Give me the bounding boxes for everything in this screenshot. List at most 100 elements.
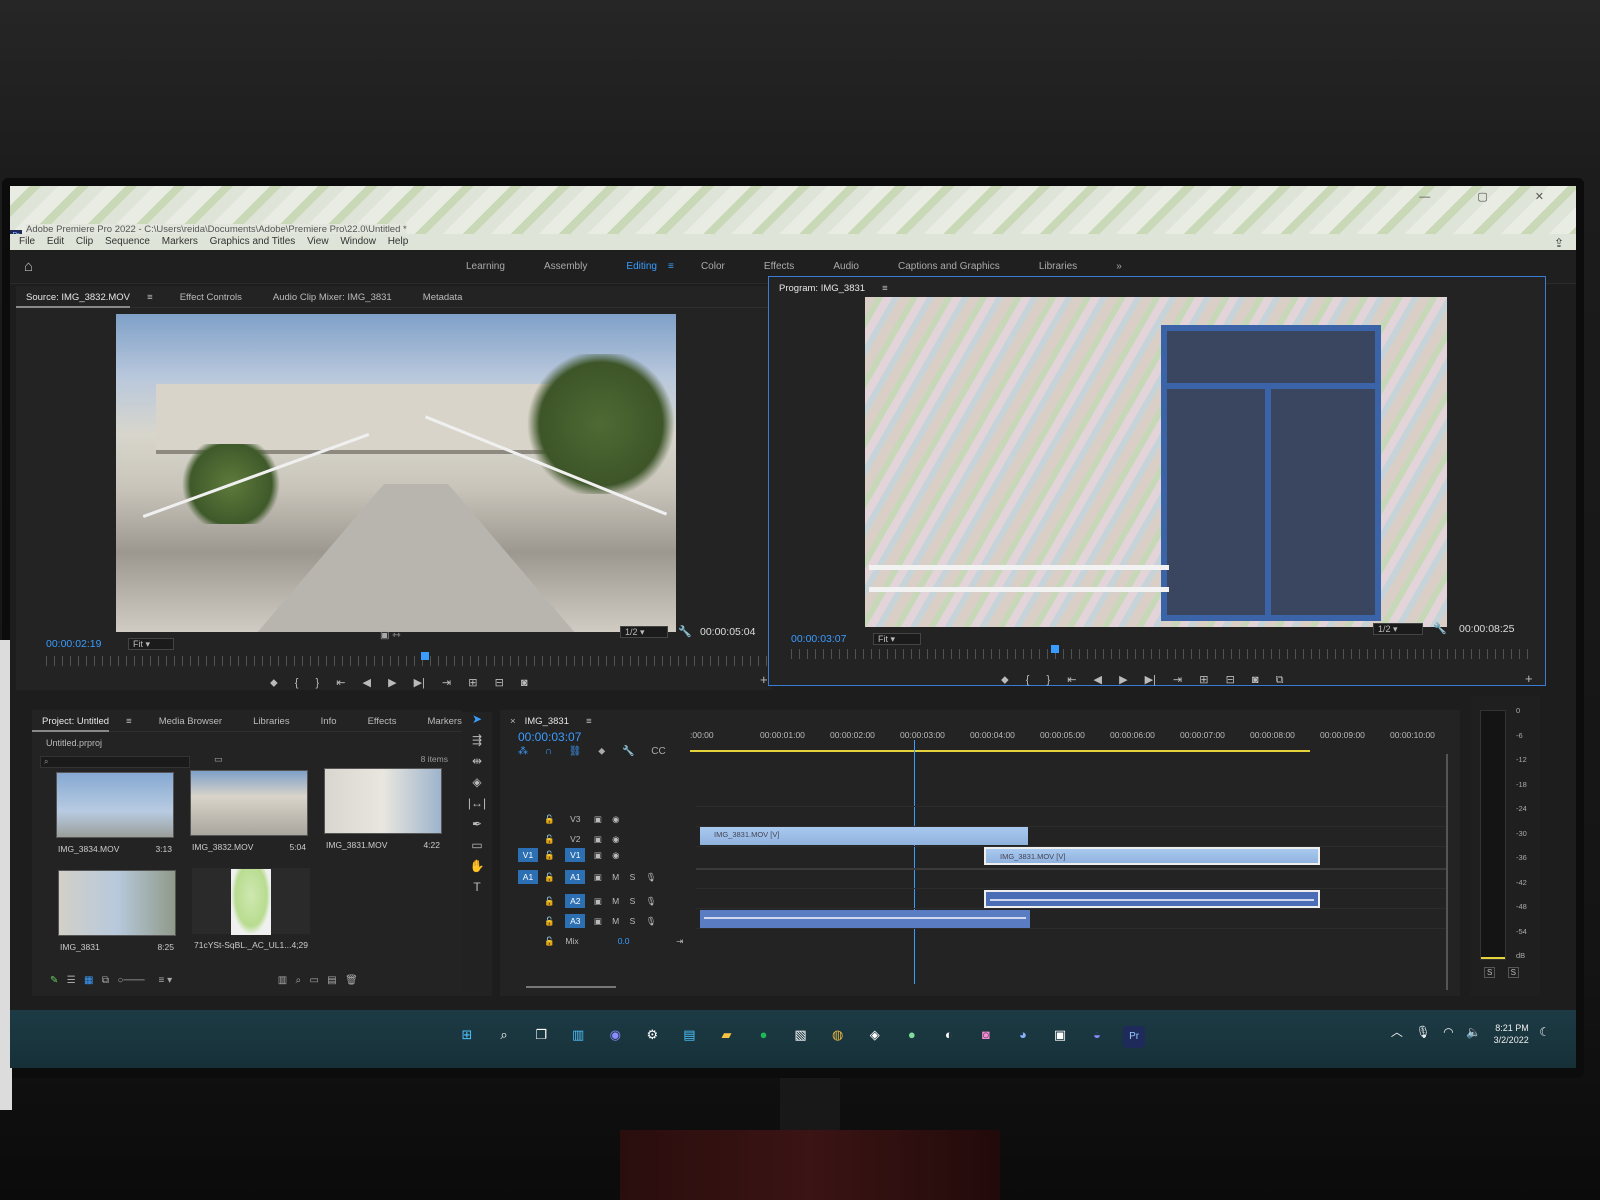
windows-start-icon[interactable]: ⊞ <box>456 1024 478 1046</box>
razor-tool-icon[interactable]: ◈ <box>462 775 492 796</box>
premiere-pro-taskbar-icon[interactable]: Pr <box>1123 1026 1146 1048</box>
timeline-current-timecode[interactable]: 00:00:03:07 <box>518 730 581 744</box>
ws-overflow-icon[interactable]: » <box>1116 261 1122 272</box>
prg-go-to-out-icon[interactable]: ⇥ <box>1173 673 1182 686</box>
type-tool-icon[interactable]: T <box>462 880 492 901</box>
microphone-icon[interactable]: 🎙 <box>1415 1025 1430 1039</box>
ws-tab-learning[interactable]: Learning <box>466 261 505 272</box>
program-settings-icon[interactable]: 🔧 <box>1433 622 1447 635</box>
zoom-slider[interactable]: ○─── <box>117 975 144 986</box>
tab-effects[interactable]: Effects <box>358 710 397 727</box>
step-back-icon[interactable]: ◀ <box>363 676 371 689</box>
sort-icon[interactable]: ≡ ▾ <box>159 975 173 986</box>
program-add-button-icon[interactable]: + <box>1525 671 1533 686</box>
lock-icon[interactable]: 🔓 <box>544 896 555 907</box>
lock-icon[interactable]: 🔓 <box>544 936 555 947</box>
tab-markers[interactable]: Markers <box>418 710 462 727</box>
timeline-playhead[interactable] <box>914 740 915 984</box>
new-bin-icon[interactable]: ▭ <box>214 754 223 765</box>
step-forward-icon[interactable]: ▶| <box>414 676 425 689</box>
program-fit-select[interactable]: Fit ▾ <box>873 633 921 645</box>
insert-icon[interactable]: ⊞ <box>468 676 477 689</box>
menu-graphics[interactable]: Graphics and Titles <box>210 234 296 250</box>
play-icon[interactable]: ▶ <box>388 676 396 689</box>
prg-mark-out-icon[interactable]: } <box>1047 674 1051 686</box>
go-to-in-icon[interactable]: ⇤ <box>336 676 345 689</box>
app-icon[interactable]: ◈ <box>864 1024 886 1046</box>
tab-libraries[interactable]: Libraries <box>243 710 289 727</box>
solo-button[interactable]: S <box>630 916 636 926</box>
automate-icon[interactable]: ▥ <box>278 975 287 986</box>
ws-tab-editing[interactable]: Editing <box>626 261 657 272</box>
source-patch-v1[interactable]: V1 <box>518 848 538 862</box>
source-drag-video-icon[interactable]: ▣ ⇿ <box>380 630 401 641</box>
ws-tab-color[interactable]: Color <box>701 261 725 272</box>
program-menu-icon[interactable]: ≡ <box>872 277 888 294</box>
video-clip-v2[interactable]: IMG_3831.MOV [V] <box>700 827 1028 845</box>
add-marker-icon[interactable]: ⬥ <box>270 677 278 690</box>
lock-icon[interactable]: 🔓 <box>544 834 555 845</box>
mix-value[interactable]: 0.0 <box>618 936 674 946</box>
sync-lock-icon[interactable]: ▣ <box>594 850 602 861</box>
timeline-settings-icon[interactable]: 🔧 <box>622 746 634 757</box>
mute-button[interactable]: M <box>612 896 619 906</box>
project-item[interactable]: IMG_3832.MOV 5:04 <box>190 770 308 852</box>
tab-sequence[interactable]: IMG_3831 <box>523 710 569 730</box>
selection-tool-icon[interactable]: ➤ <box>462 712 492 733</box>
program-current-timecode[interactable]: 00:00:03:07 <box>791 633 846 645</box>
solo-left-button[interactable]: S <box>1484 967 1496 978</box>
horizontal-zoom-scrollbar[interactable] <box>526 986 616 988</box>
mark-out-icon[interactable]: } <box>316 677 320 689</box>
sync-lock-icon[interactable]: ▣ <box>594 814 602 825</box>
captions-icon[interactable]: CC <box>651 746 665 757</box>
project-item[interactable]: 71cYSt-SqBL._AC_UL1... 4;29 <box>192 868 310 950</box>
track-label[interactable]: V3 <box>565 812 585 826</box>
solo-button[interactable]: S <box>630 872 636 882</box>
tab-effect-controls[interactable]: Effect Controls <box>170 286 242 303</box>
tab-source[interactable]: Source: IMG_3832.MOV <box>16 286 131 308</box>
prg-export-frame-icon[interactable]: ◙ <box>1252 674 1259 686</box>
app-icon[interactable]: ◙ <box>975 1024 997 1046</box>
slip-tool-icon[interactable]: |↔| <box>462 796 492 817</box>
menu-clip[interactable]: Clip <box>76 234 93 250</box>
lock-icon[interactable]: 🔓 <box>544 916 555 927</box>
track-label[interactable]: V2 <box>565 832 585 846</box>
prg-extract-icon[interactable]: ⊟ <box>1226 673 1235 686</box>
source-fit-select[interactable]: Fit ▾ <box>128 638 174 650</box>
steam-icon[interactable]: ◕ <box>1012 1024 1034 1046</box>
search-icon[interactable]: ⌕ <box>493 1024 515 1046</box>
icon-view-icon[interactable]: ▦ <box>84 975 93 986</box>
tab-info[interactable]: Info <box>311 710 337 727</box>
source-resolution-select[interactable]: 1/2 ▾ <box>620 626 668 638</box>
overwrite-icon[interactable]: ⊟ <box>495 676 504 689</box>
eye-icon[interactable]: ◉ <box>612 850 619 861</box>
file-explorer-icon[interactable]: ▰ <box>715 1024 737 1046</box>
track-select-tool-icon[interactable]: ⇶ <box>462 733 492 754</box>
new-item-icon[interactable]: ▤ <box>327 975 336 986</box>
lock-icon[interactable]: 🔓 <box>544 872 555 883</box>
prg-add-marker-icon[interactable]: ⬥ <box>1001 674 1009 687</box>
wifi-icon[interactable]: ◠ <box>1443 1025 1453 1039</box>
menu-edit[interactable]: Edit <box>47 234 64 250</box>
task-view-icon[interactable]: ❐ <box>530 1024 552 1046</box>
eye-icon[interactable]: ◉ <box>612 814 619 825</box>
linked-selection-icon[interactable]: ⛓ <box>569 746 582 757</box>
sync-lock-icon[interactable]: ▣ <box>594 916 602 927</box>
track-label[interactable]: A2 <box>565 894 586 908</box>
prg-mark-in-icon[interactable]: { <box>1026 674 1030 686</box>
ws-menu-icon[interactable]: ≡ <box>668 261 674 272</box>
project-search-input[interactable]: ⌕ <box>40 756 190 768</box>
audio-clip-a3[interactable] <box>700 910 1030 928</box>
prg-go-to-in-icon[interactable]: ⇤ <box>1067 673 1076 686</box>
solo-right-button[interactable]: S <box>1507 967 1519 978</box>
pencil-icon[interactable]: ✎ <box>50 975 58 986</box>
lock-icon[interactable]: 🔓 <box>544 850 555 861</box>
source-playhead[interactable] <box>421 652 430 660</box>
ws-tab-effects[interactable]: Effects <box>764 261 794 272</box>
prg-compare-icon[interactable]: ⧉ <box>1276 674 1284 687</box>
pen-tool-icon[interactable]: ✒ <box>462 817 492 838</box>
project-item[interactable]: IMG_3831.MOV 4:22 <box>324 768 442 850</box>
tab-project[interactable]: Project: Untitled <box>32 710 110 732</box>
sync-lock-icon[interactable]: ▣ <box>594 834 602 845</box>
menu-window[interactable]: Window <box>340 234 376 250</box>
